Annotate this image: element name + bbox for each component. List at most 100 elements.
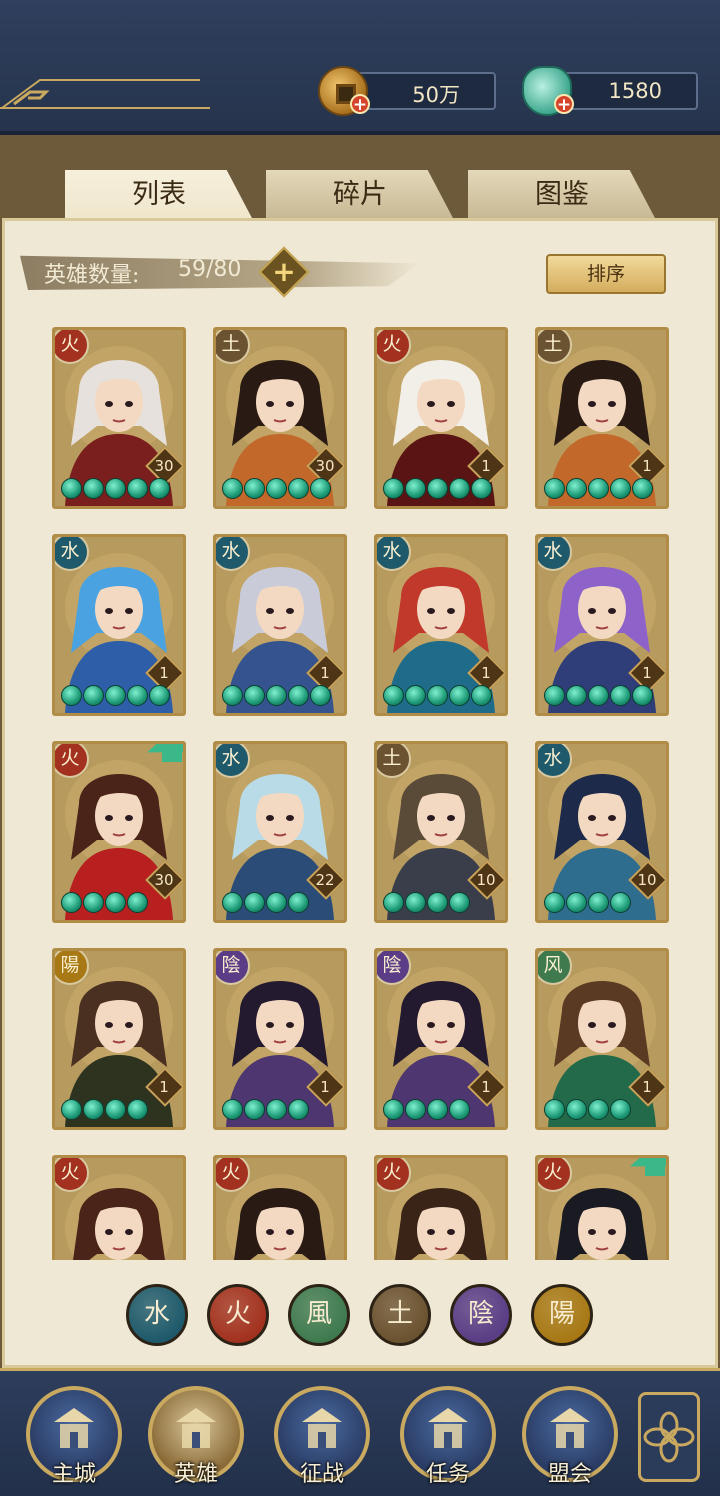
palace-icon: [54, 1408, 94, 1448]
tab-fragments[interactable]: 碎片: [266, 170, 454, 220]
coin-balance[interactable]: 50万: [348, 72, 496, 110]
element-filter-bar: 水火風土陰陽: [126, 1284, 596, 1348]
star-rank: [61, 685, 170, 707]
drum-icon: [302, 1408, 342, 1448]
four-petal-menu-icon: [643, 1411, 695, 1463]
element-filter-button[interactable]: 風: [288, 1284, 350, 1346]
hero-level: 30: [315, 457, 335, 475]
hero-card[interactable]: 火1: [374, 327, 508, 509]
hero-card[interactable]: 陰1: [213, 948, 347, 1130]
jade-star-icon: [632, 685, 653, 706]
jade-star-icon: [105, 685, 126, 706]
jade-star-icon: [244, 478, 265, 499]
tab-codex[interactable]: 图鉴: [468, 170, 656, 220]
hero-card[interactable]: 土 10: [374, 741, 508, 923]
jade-star-icon: [244, 685, 265, 706]
jade-star-icon: [383, 685, 404, 706]
element-filter-button[interactable]: 陰: [450, 1284, 512, 1346]
jade-star-icon: [610, 1099, 631, 1120]
jade-star-icon: [610, 685, 631, 706]
hero-level: 30: [154, 457, 174, 475]
nav-battle[interactable]: 征战: [274, 1386, 370, 1487]
nav-home[interactable]: 主城: [26, 1386, 122, 1487]
element-filter-button[interactable]: 火: [207, 1284, 269, 1346]
jade-star-icon: [127, 1099, 148, 1120]
star-rank: [383, 892, 470, 914]
hero-level: 22: [315, 871, 335, 889]
jade-star-icon: [83, 685, 104, 706]
tab-list[interactable]: 列表: [65, 170, 253, 220]
star-rank: [222, 892, 309, 914]
jade-star-icon: [566, 478, 587, 499]
jade-star-icon: [61, 1099, 82, 1120]
add-jade-button[interactable]: +: [554, 94, 574, 114]
element-filter-button[interactable]: 陽: [531, 1284, 593, 1346]
jade-star-icon: [310, 478, 331, 499]
scroll-bell-icon: [428, 1408, 468, 1448]
star-rank: [544, 1099, 631, 1121]
hero-level: 1: [642, 457, 652, 475]
star-rank: [61, 892, 148, 914]
jade-star-icon: [266, 478, 287, 499]
jade-star-icon: [405, 1099, 426, 1120]
hero-card[interactable]: 风1: [535, 948, 669, 1130]
jade-star-icon: [588, 1099, 609, 1120]
jade-star-icon: [61, 478, 82, 499]
jade-star-icon: [149, 685, 170, 706]
hero-card[interactable]: 水 22: [213, 741, 347, 923]
hero-card[interactable]: 水 10: [535, 741, 669, 923]
jade-star-icon: [449, 1099, 470, 1120]
jade-star-icon: [383, 892, 404, 913]
jade-star-icon: [566, 892, 587, 913]
jade-star-icon: [427, 1099, 448, 1120]
jade-star-icon: [127, 478, 148, 499]
hero-card[interactable]: 水1: [374, 534, 508, 716]
element-filter-button[interactable]: 水: [126, 1284, 188, 1346]
hero-card[interactable]: 陽1: [52, 948, 186, 1130]
hero-level: 1: [320, 664, 330, 682]
jade-star-icon: [588, 685, 609, 706]
nav-tasks[interactable]: 任务: [400, 1386, 496, 1487]
star-rank: [383, 1099, 470, 1121]
hero-card[interactable]: 土 30: [213, 327, 347, 509]
jade-star-icon: [610, 478, 631, 499]
hero-card[interactable]: 火 30: [52, 327, 186, 509]
jade-star-icon: [266, 685, 287, 706]
jade-star-icon: [61, 892, 82, 913]
sort-button[interactable]: 排序: [546, 254, 666, 294]
nav-label: 征战: [299, 1462, 344, 1487]
hero-card[interactable]: 土1: [535, 327, 669, 509]
jade-star-icon: [61, 685, 82, 706]
hero-card[interactable]: 火: [213, 1155, 347, 1260]
element-filter-button[interactable]: 土: [369, 1284, 431, 1346]
hero-card[interactable]: 水1: [52, 534, 186, 716]
hero-level: 10: [476, 871, 496, 889]
hero-card[interactable]: 火: [52, 1155, 186, 1260]
star-rank: [383, 478, 492, 500]
star-rank: [61, 478, 170, 500]
hero-card[interactable]: 水1: [535, 534, 669, 716]
hero-card[interactable]: 火: [535, 1155, 669, 1260]
jade-star-icon: [83, 1099, 104, 1120]
jade-star-icon: [544, 892, 565, 913]
jade-star-icon: [127, 892, 148, 913]
menu-button[interactable]: [638, 1392, 700, 1482]
hero-level: 1: [159, 664, 169, 682]
nav-guild[interactable]: 盟会: [522, 1386, 618, 1487]
jade-star-icon: [427, 892, 448, 913]
cloud-pattern-decoration: [0, 79, 210, 109]
hero-card[interactable]: 火: [374, 1155, 508, 1260]
jade-star-icon: [610, 892, 631, 913]
hero-card[interactable]: 火 30: [52, 741, 186, 923]
jade-star-icon: [288, 478, 309, 499]
hero-level: 30: [154, 871, 174, 889]
nav-label: 主城: [51, 1462, 96, 1487]
jade-star-icon: [405, 892, 426, 913]
hero-card[interactable]: 陰1: [374, 948, 508, 1130]
nav-heroes[interactable]: 英雄: [148, 1386, 244, 1487]
add-coin-button[interactable]: +: [350, 94, 370, 114]
hero-level: 1: [159, 1078, 169, 1096]
hero-card[interactable]: 水1: [213, 534, 347, 716]
hero-count-value: 59/80: [178, 257, 242, 282]
hero-level: 1: [481, 457, 491, 475]
